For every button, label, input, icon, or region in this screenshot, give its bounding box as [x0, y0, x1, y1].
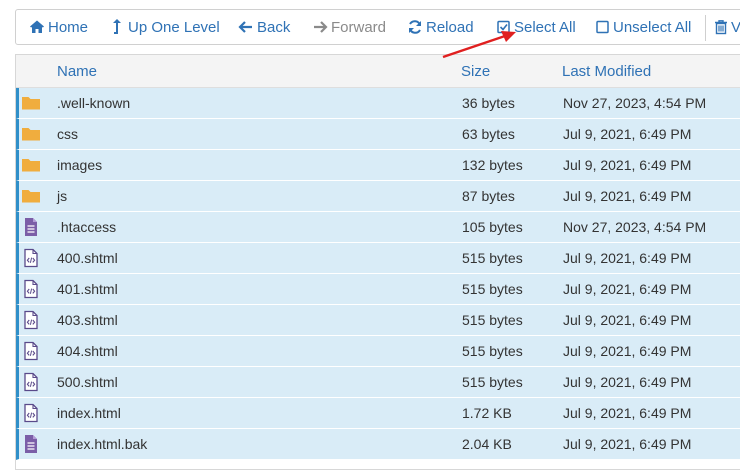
table-row[interactable]: 404.shtml 515 bytes Jul 9, 2021, 6:49 PM [16, 336, 740, 367]
reload-icon [407, 19, 423, 35]
file-name[interactable]: 500.shtml [57, 374, 118, 390]
back-label: Back [257, 18, 291, 36]
unselect-all-label: Unselect All [613, 18, 692, 36]
table-row[interactable]: .well-known 36 bytes Nov 27, 2023, 4:54 PM [16, 88, 740, 119]
code-file-icon [21, 341, 41, 361]
trash-icon [714, 19, 728, 35]
table-header: Name Size Last Modified [16, 55, 740, 88]
table-row[interactable]: js 87 bytes Jul 9, 2021, 6:49 PM [16, 181, 740, 212]
file-name[interactable]: 400.shtml [57, 250, 118, 266]
file-size: 515 bytes [462, 343, 523, 359]
arrow-right-icon [312, 19, 328, 35]
view-trash-label: V [731, 18, 740, 36]
up-one-level-button[interactable]: Up One Level [112, 10, 220, 44]
file-last-modified: Jul 9, 2021, 6:49 PM [563, 374, 692, 390]
reload-label: Reload [426, 18, 474, 36]
file-name[interactable]: .well-known [57, 95, 130, 111]
file-last-modified: Jul 9, 2021, 6:49 PM [563, 250, 692, 266]
file-size: 87 bytes [462, 188, 515, 204]
reload-button[interactable]: Reload [407, 10, 474, 44]
home-button[interactable]: Home [29, 10, 88, 44]
view-trash-button[interactable]: V [714, 10, 740, 44]
file-size: 515 bytes [462, 281, 523, 297]
unselect-all-button[interactable]: Unselect All [596, 10, 691, 44]
up-one-level-label: Up One Level [128, 18, 220, 36]
table-row[interactable]: 403.shtml 515 bytes Jul 9, 2021, 6:49 PM [16, 305, 740, 336]
file-size: 515 bytes [462, 374, 523, 390]
folder-icon [21, 124, 41, 144]
file-last-modified: Nov 27, 2023, 4:54 PM [563, 95, 707, 111]
file-size: 515 bytes [462, 312, 523, 328]
checkbox-empty-icon [596, 19, 610, 35]
code-file-icon [21, 403, 41, 423]
file-manager-toolbar: Home Up One Level Back Forward Reload Se… [15, 9, 740, 45]
column-header-size[interactable]: Size [461, 63, 490, 80]
code-file-icon [21, 248, 41, 268]
table-row[interactable]: css 63 bytes Jul 9, 2021, 6:49 PM [16, 119, 740, 150]
file-last-modified: Nov 27, 2023, 4:54 PM [563, 219, 707, 235]
file-name[interactable]: css [57, 126, 78, 142]
forward-label: Forward [331, 18, 387, 36]
code-file-icon [21, 279, 41, 299]
back-button[interactable]: Back [238, 10, 290, 44]
file-name[interactable]: .htaccess [57, 219, 116, 235]
text-file-icon [21, 217, 41, 237]
column-header-last-modified[interactable]: Last Modified [562, 63, 651, 80]
select-all-button[interactable]: Select All [497, 10, 576, 44]
file-last-modified: Jul 9, 2021, 6:49 PM [563, 281, 692, 297]
file-size: 1.72 KB [462, 405, 512, 421]
table-row[interactable]: 401.shtml 515 bytes Jul 9, 2021, 6:49 PM [16, 274, 740, 305]
file-name[interactable]: index.html.bak [57, 436, 147, 452]
select-all-label: Select All [514, 18, 576, 36]
folder-icon [21, 155, 41, 175]
file-name[interactable]: images [57, 157, 102, 173]
file-list-table: Name Size Last Modified .well-known 36 by… [15, 54, 740, 470]
file-name[interactable]: js [57, 188, 67, 204]
table-row[interactable]: 500.shtml 515 bytes Jul 9, 2021, 6:49 PM [16, 367, 740, 398]
file-last-modified: Jul 9, 2021, 6:49 PM [563, 343, 692, 359]
arrow-left-icon [238, 19, 254, 35]
file-size: 36 bytes [462, 95, 515, 111]
file-last-modified: Jul 9, 2021, 6:49 PM [563, 188, 692, 204]
file-size: 105 bytes [462, 219, 523, 235]
text-file-icon [21, 434, 41, 454]
table-row[interactable]: images 132 bytes Jul 9, 2021, 6:49 PM [16, 150, 740, 181]
toolbar-divider [705, 15, 706, 41]
file-last-modified: Jul 9, 2021, 6:49 PM [563, 312, 692, 328]
file-size: 63 bytes [462, 126, 515, 142]
file-name[interactable]: 404.shtml [57, 343, 118, 359]
file-last-modified: Jul 9, 2021, 6:49 PM [563, 436, 692, 452]
table-row[interactable]: index.html 1.72 KB Jul 9, 2021, 6:49 PM [16, 398, 740, 429]
file-last-modified: Jul 9, 2021, 6:49 PM [563, 126, 692, 142]
file-name[interactable]: 401.shtml [57, 281, 118, 297]
home-icon [29, 19, 45, 35]
table-row[interactable]: index.html.bak 2.04 KB Jul 9, 2021, 6:49 P… [16, 429, 740, 460]
checkbox-checked-icon [497, 19, 511, 35]
home-label: Home [48, 18, 89, 36]
file-size: 2.04 KB [462, 436, 512, 452]
table-row[interactable]: .htaccess 105 bytes Nov 27, 2023, 4:54 PM [16, 212, 740, 243]
file-name[interactable]: 403.shtml [57, 312, 118, 328]
file-size: 132 bytes [462, 157, 523, 173]
file-size: 515 bytes [462, 250, 523, 266]
table-row[interactable]: 400.shtml 515 bytes Jul 9, 2021, 6:49 PM [16, 243, 740, 274]
column-header-name[interactable]: Name [57, 63, 97, 80]
code-file-icon [21, 372, 41, 392]
file-last-modified: Jul 9, 2021, 6:49 PM [563, 405, 692, 421]
file-name[interactable]: index.html [57, 405, 121, 421]
level-up-icon [112, 19, 125, 35]
file-last-modified: Jul 9, 2021, 6:49 PM [563, 157, 692, 173]
code-file-icon [21, 310, 41, 330]
forward-button[interactable]: Forward [312, 10, 386, 44]
folder-icon [21, 93, 41, 113]
folder-icon [21, 186, 41, 206]
